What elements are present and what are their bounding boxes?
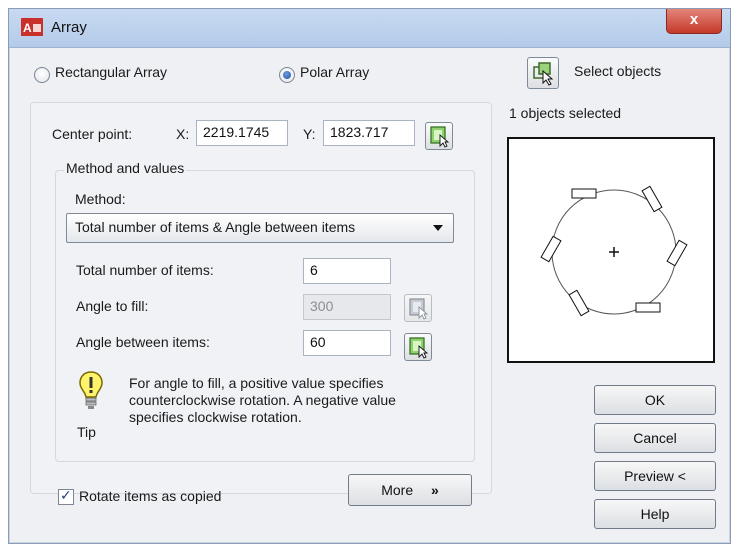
tip-text-line3: specifies clockwise rotation. [129,409,302,425]
double-chevron-down-icon: » [431,482,439,498]
pick-angle-icon [409,298,429,320]
angle-fill-input: 300 [303,294,391,320]
preview-diagram [540,185,688,317]
tip-text-line2: counterclockwise rotation. A negative va… [129,392,396,408]
rotate-items-label[interactable]: Rotate items as copied [79,488,221,504]
pick-angle-fill-button [404,294,432,322]
method-values-title: Method and values [64,160,187,176]
preview-button[interactable]: Preview < [594,461,716,491]
angle-between-label: Angle between items: [76,334,210,350]
cancel-button[interactable]: Cancel [594,423,716,453]
dropdown-arrow-icon [433,225,443,231]
select-objects-icon [533,62,554,86]
center-y-label: Y: [303,126,316,142]
rotate-items-checkbox[interactable] [58,487,74,505]
rectangular-array-label[interactable]: Rectangular Array [55,64,167,80]
center-point-label: Center point: [52,126,133,142]
center-x-input[interactable]: 2219.1745 [196,120,288,146]
help-button[interactable]: Help [594,499,716,529]
array-preview [507,137,715,363]
tip-lightbulb-icon [79,371,103,409]
pick-point-icon [430,126,450,148]
title-bar: A Array x [9,9,730,48]
tip-label: Tip [77,424,96,440]
objects-selected-status: 1 objects selected [509,105,622,121]
polar-array-radio[interactable] [279,67,295,83]
method-dropdown-value: Total number of items & Angle between it… [75,219,356,235]
center-x-label: X: [176,126,190,142]
center-y-input[interactable]: 1823.717 [323,120,415,146]
total-items-input[interactable]: 6 [303,258,391,284]
close-button[interactable]: x [666,9,722,34]
pick-angle-icon [409,337,429,359]
method-label: Method: [75,191,126,207]
select-objects-label: Select objects [574,63,662,79]
window-title: Array [51,19,87,36]
rectangular-array-radio[interactable] [34,67,50,83]
angle-between-input[interactable]: 60 [303,330,391,356]
total-items-label: Total number of items: [76,262,214,278]
pick-center-point-button[interactable] [425,122,453,150]
more-button-label: More [381,482,414,498]
more-button[interactable]: More » [348,474,472,506]
tip-text-line1: For angle to fill, a positive value spec… [129,375,384,391]
angle-fill-label: Angle to fill: [76,298,149,314]
polar-array-label[interactable]: Polar Array [300,64,369,80]
ok-button[interactable]: OK [594,385,716,415]
svg-text:A: A [23,21,32,35]
autocad-app-icon: A [21,18,43,36]
method-dropdown[interactable]: Total number of items & Angle between it… [66,213,454,243]
select-objects-button[interactable] [527,57,559,89]
pick-angle-between-button[interactable] [404,333,432,361]
